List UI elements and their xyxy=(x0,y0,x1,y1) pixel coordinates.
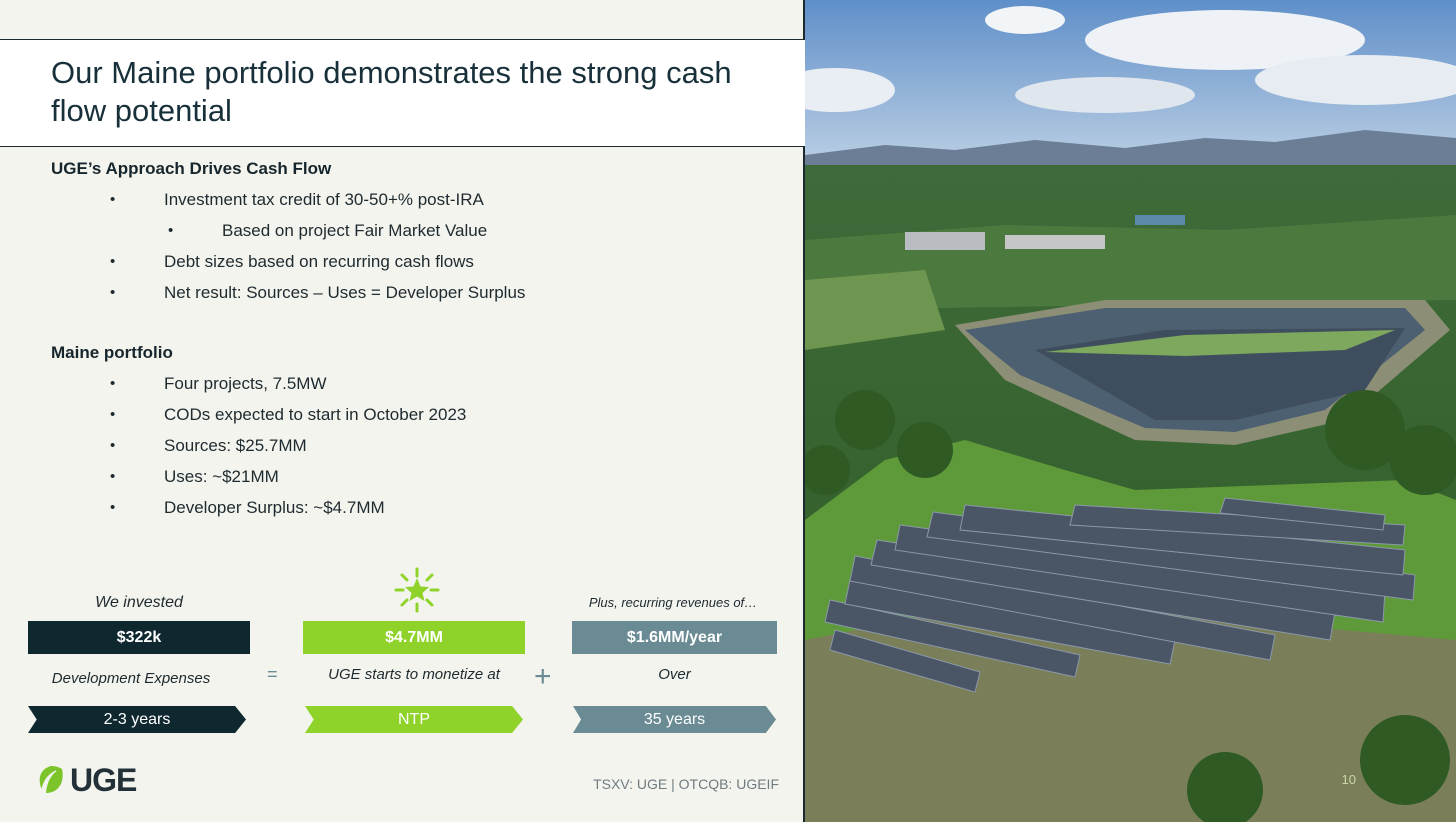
logo-text: UGE xyxy=(70,761,137,798)
invested-amount-box: $322k xyxy=(28,621,250,654)
equals-sign: = xyxy=(267,664,278,684)
sparkle-icon xyxy=(394,567,440,613)
term-arrow: 35 years xyxy=(573,706,776,733)
approach-heading: UGE’s Approach Drives Cash Flow xyxy=(51,159,332,178)
uge-logo: UGE xyxy=(34,761,137,798)
plus-sign: + xyxy=(534,660,552,693)
recurring-caption: Plus, recurring revenues of… xyxy=(588,595,758,610)
monetize-caption: UGE starts to monetize at xyxy=(328,666,500,683)
ntp-arrow: NTP xyxy=(305,706,523,733)
solar-farm-photo xyxy=(805,0,1456,822)
recurring-amount-box: $1.6MM/year xyxy=(572,621,777,654)
page-number: 10 xyxy=(1341,772,1356,787)
leaf-icon xyxy=(39,766,63,793)
over-caption: Over xyxy=(658,666,691,683)
content-panel: Our Maine portfolio demonstrates the str… xyxy=(0,0,805,822)
ticker-symbols: TSXV: UGE | OTCQB: UGEIF xyxy=(593,776,779,792)
slide-title: Our Maine portfolio demonstrates the str… xyxy=(51,55,732,128)
dev-period-arrow: 2-3 years xyxy=(28,706,246,733)
title-band: Our Maine portfolio demonstrates the str… xyxy=(0,39,805,147)
monetize-amount-box: $4.7MM xyxy=(303,621,525,654)
invested-caption: We invested xyxy=(95,594,183,611)
dev-expenses-caption: Development Expenses xyxy=(51,670,211,687)
portfolio-heading: Maine portfolio xyxy=(51,343,173,362)
